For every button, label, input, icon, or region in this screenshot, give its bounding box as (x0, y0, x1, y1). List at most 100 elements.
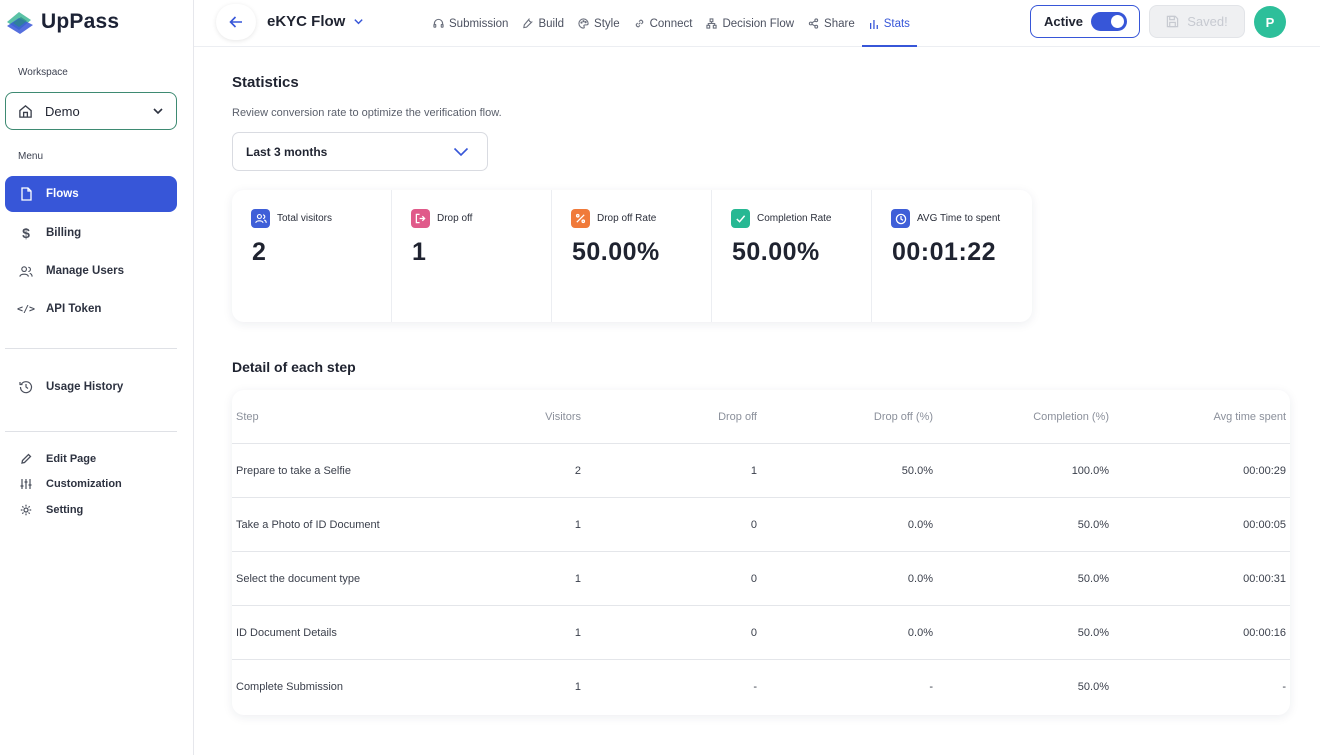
table-header-row: Step Visitors Drop off Drop off (%) Comp… (232, 390, 1290, 444)
cell-step: Complete Submission (236, 681, 343, 693)
app-logo[interactable]: UpPass (5, 8, 119, 36)
tab-stats[interactable]: Stats (861, 0, 917, 47)
flow-title: eKYC Flow (267, 13, 346, 30)
avatar[interactable]: P (1254, 6, 1286, 38)
column-header-drop-off[interactable]: Drop off (581, 390, 757, 444)
column-header-drop-off-percent[interactable]: Drop off (%) (757, 390, 933, 444)
sidebar-divider (5, 431, 177, 432)
cell-step: ID Document Details (236, 627, 337, 639)
cell-drop-off-percent: 50.0% (901, 465, 933, 477)
cell-drop-off-percent: - (929, 681, 933, 693)
history-icon (19, 380, 33, 394)
tab-label: Decision Flow (722, 17, 795, 30)
tab-label: Submission (449, 17, 509, 30)
sidebar-item-label: Manage Users (46, 265, 124, 277)
sidebar-item-customization[interactable]: Customization (5, 473, 177, 495)
flow-tabs: Submission Build Style Connect Decision … (426, 0, 917, 47)
dollar-icon: $ (22, 225, 30, 241)
file-icon (19, 187, 33, 201)
cell-visitors: 1 (574, 519, 581, 531)
tab-label: Connect (649, 17, 693, 30)
uppass-logo-icon (7, 12, 33, 34)
exit-icon (411, 209, 430, 228)
stat-value: 1 (412, 238, 427, 266)
sidebar-item-manage-users[interactable]: Manage Users (5, 253, 177, 289)
cell-avg-time: 00:00:16 (1243, 627, 1286, 639)
tab-share[interactable]: Share (801, 0, 862, 47)
stat-label: Completion Rate (757, 213, 832, 224)
stat-card-drop-off: Drop off 1 (392, 190, 552, 322)
tab-label: Share (824, 17, 855, 30)
sliders-icon (19, 477, 33, 491)
column-header-visitors[interactable]: Visitors (496, 390, 581, 444)
tab-style[interactable]: Style (571, 0, 627, 47)
sidebar-item-setting[interactable]: Setting (5, 499, 177, 521)
sidebar-item-label: Edit Page (46, 453, 97, 465)
step-detail-table: Step Visitors Drop off Drop off (%) Comp… (232, 390, 1290, 715)
stats-cards: Total visitors 2 Drop off 1 Drop off Rat… (232, 190, 1032, 322)
percent-icon (571, 209, 590, 228)
workspace-label: Workspace (18, 67, 68, 78)
cell-drop-off-percent: 0.0% (907, 519, 933, 531)
cell-step: Take a Photo of ID Document (236, 519, 380, 531)
cell-drop-off: 1 (750, 465, 757, 477)
sidebar-item-label: Flows (46, 188, 79, 200)
cell-drop-off-percent: 0.0% (907, 573, 933, 585)
clock-icon (891, 209, 910, 228)
tab-submission[interactable]: Submission (426, 0, 515, 47)
stat-label: Drop off Rate (597, 213, 657, 224)
cell-completion-percent: 100.0% (1071, 465, 1109, 477)
sidebar-item-billing[interactable]: $ Billing (5, 215, 177, 251)
cell-drop-off: 0 (750, 627, 757, 639)
tab-connect[interactable]: Connect (627, 0, 700, 47)
cell-avg-time: 00:00:05 (1243, 519, 1286, 531)
sidebar-item-label: API Token (46, 303, 102, 315)
chevron-down-icon (354, 19, 364, 25)
link-icon (634, 18, 645, 29)
stat-card-completion-rate: Completion Rate 50.00% (712, 190, 872, 322)
cell-drop-off-percent: 0.0% (907, 627, 933, 639)
tab-label: Build (538, 17, 565, 30)
menu-label: Menu (18, 151, 44, 162)
saved-button[interactable]: Saved! (1149, 5, 1245, 38)
share-icon (808, 18, 819, 29)
back-button[interactable] (216, 4, 256, 40)
column-header-step[interactable]: Step (236, 390, 496, 444)
cell-visitors: 2 (574, 465, 581, 477)
pencil-icon (19, 452, 33, 466)
gear-icon (19, 503, 33, 517)
cell-avg-time: 00:00:29 (1243, 465, 1286, 477)
cell-visitors: 1 (574, 573, 581, 585)
sidebar-item-label: Customization (46, 478, 122, 490)
table-row: ID Document Details 1 0 0.0% 50.0% 00:00… (232, 606, 1290, 660)
sidebar-item-edit-page[interactable]: Edit Page (5, 448, 177, 470)
sidebar-item-label: Billing (46, 227, 82, 239)
period-select[interactable]: Last 3 months (232, 132, 488, 171)
stat-card-avg-time: AVG Time to spent 00:01:22 (872, 190, 1032, 322)
saved-label: Saved! (1187, 14, 1228, 29)
code-icon: </> (16, 303, 36, 315)
tab-decision-flow[interactable]: Decision Flow (699, 0, 801, 47)
table-row: Prepare to take a Selfie 2 1 50.0% 100.0… (232, 444, 1290, 498)
cell-avg-time: - (1282, 681, 1286, 693)
sidebar-item-api-token[interactable]: </> API Token (5, 291, 177, 327)
table-row: Take a Photo of ID Document 1 0 0.0% 50.… (232, 498, 1290, 552)
tab-build[interactable]: Build (515, 0, 571, 47)
workspace-select[interactable]: Demo (5, 92, 177, 130)
cell-drop-off: - (753, 681, 757, 693)
app-name: UpPass (41, 10, 120, 33)
flow-title-dropdown[interactable]: eKYC Flow (267, 13, 364, 30)
sidebar-item-flows[interactable]: Flows (5, 176, 177, 212)
tab-label: Style (594, 17, 620, 30)
stat-card-drop-off-rate: Drop off Rate 50.00% (552, 190, 712, 322)
stat-label: Total visitors (277, 213, 333, 224)
sidebar-item-usage-history[interactable]: Usage History (5, 369, 177, 405)
column-header-completion-percent[interactable]: Completion (%) (933, 390, 1109, 444)
cell-completion-percent: 50.0% (1077, 519, 1109, 531)
sidebar-item-label: Setting (46, 504, 84, 516)
cell-avg-time: 00:00:31 (1243, 573, 1286, 585)
users-icon (19, 264, 33, 278)
active-toggle[interactable] (1091, 12, 1127, 31)
arrow-left-icon (229, 16, 242, 28)
column-header-avg-time[interactable]: Avg time spent (1109, 390, 1286, 444)
